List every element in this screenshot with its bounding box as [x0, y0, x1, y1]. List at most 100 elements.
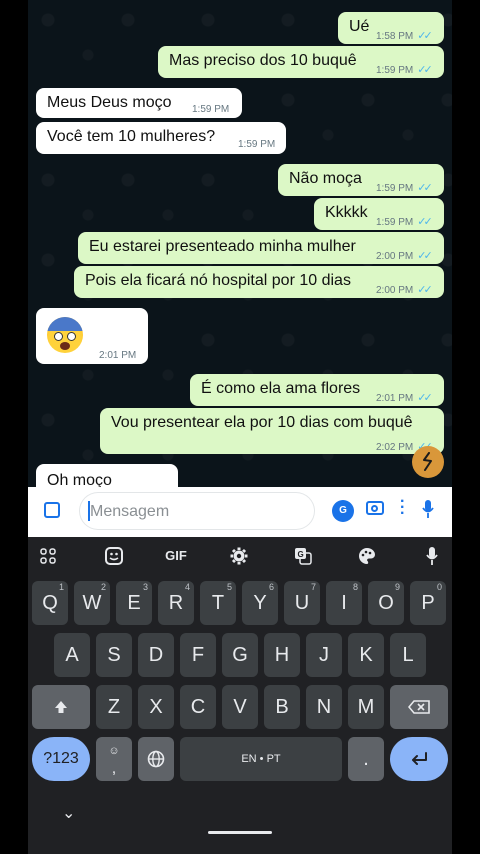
hide-keyboard-chevron-icon[interactable]: ⌄: [62, 803, 75, 823]
phone-screen: Ué 1:58 PM ✓✓ Mas preciso dos 10 buquê 1:…: [28, 0, 452, 854]
message-time: 1:58 PM ✓✓: [376, 30, 433, 42]
message-bubble[interactable]: 2:01 PM: [36, 308, 148, 364]
key-a[interactable]: A: [54, 633, 90, 677]
space-bar[interactable]: EN • PT: [180, 737, 342, 781]
key-o[interactable]: O9: [368, 581, 404, 625]
home-gesture-handle[interactable]: [208, 831, 272, 834]
key-number-hint: 3: [142, 582, 148, 592]
key-r[interactable]: R4: [158, 581, 194, 625]
backspace-key[interactable]: [390, 685, 448, 729]
enter-key[interactable]: [390, 737, 448, 781]
key-j[interactable]: J: [306, 633, 342, 677]
key-number-hint: 0: [436, 582, 442, 592]
key-w[interactable]: W2: [74, 581, 110, 625]
message-bubble[interactable]: É como ela ama flores 2:01 PM ✓✓: [190, 374, 444, 406]
message-input[interactable]: [88, 500, 302, 524]
read-ticks-icon: ✓✓: [417, 64, 433, 76]
key-label: D: [148, 644, 164, 666]
apps-grid-icon[interactable]: [36, 544, 60, 568]
key-d[interactable]: D: [138, 633, 174, 677]
keyboard: GIF G Q1W2E3R4T5Y6U7I8O9P0 ASDFGHJKL ZXC…: [28, 537, 452, 854]
key-n[interactable]: N: [306, 685, 342, 729]
key-f[interactable]: F: [180, 633, 216, 677]
message-bubble[interactable]: Ué 1:58 PM ✓✓: [338, 12, 444, 44]
message-bubble[interactable]: Mas preciso dos 10 buquê 1:59 PM ✓✓: [158, 46, 444, 78]
key-x[interactable]: X: [138, 685, 174, 729]
translate-keyboard-icon[interactable]: G: [291, 544, 315, 568]
message-text: Ué: [349, 18, 370, 35]
translate-icon[interactable]: G: [332, 500, 354, 522]
message-text: Você tem 10 mulheres?: [47, 128, 216, 145]
message-field[interactable]: [80, 493, 314, 529]
key-l[interactable]: L: [390, 633, 426, 677]
key-u[interactable]: U7: [284, 581, 320, 625]
voice-input-icon[interactable]: [420, 544, 444, 568]
key-label: T: [211, 592, 225, 614]
period-key[interactable]: .: [348, 737, 384, 781]
key-number-hint: 6: [268, 582, 274, 592]
message-bubble[interactable]: Meus Deus moço 1:59 PM: [36, 88, 242, 118]
message-time: 1:59 PM ✓✓: [376, 64, 433, 76]
key-m[interactable]: M: [348, 685, 384, 729]
shift-key[interactable]: [32, 685, 90, 729]
key-number-hint: 9: [394, 582, 400, 592]
settings-gear-icon[interactable]: [227, 544, 251, 568]
message-text: Oh moço: [47, 472, 112, 487]
key-label: F: [191, 644, 205, 666]
key-number-hint: 7: [310, 582, 316, 592]
key-label: Y: [253, 592, 267, 614]
gif-button[interactable]: GIF: [160, 544, 192, 568]
message-time: 1:59 PM ✓✓: [376, 216, 433, 228]
read-ticks-icon: ✓✓: [417, 250, 433, 262]
message-bubble[interactable]: Vou presentear ela por 10 dias com buquê…: [100, 408, 444, 454]
scroll-to-bottom-button[interactable]: [412, 446, 444, 478]
key-y[interactable]: Y6: [242, 581, 278, 625]
key-k[interactable]: K: [348, 633, 384, 677]
message-time: 2:00 PM ✓✓: [376, 250, 433, 262]
message-bubble[interactable]: Oh moço: [36, 464, 178, 487]
chat-area[interactable]: Ué 1:58 PM ✓✓ Mas preciso dos 10 buquê 1:…: [28, 0, 452, 487]
read-ticks-icon: ✓✓: [417, 182, 433, 194]
language-globe-key[interactable]: [138, 737, 174, 781]
key-b[interactable]: B: [264, 685, 300, 729]
mic-icon[interactable]: [422, 499, 434, 519]
message-bubble[interactable]: Eu estarei presenteado minha mulher 2:00…: [78, 232, 444, 264]
emoji-comma-key[interactable]: ☺ ,: [96, 737, 132, 781]
svg-text:G: G: [298, 550, 304, 559]
key-z[interactable]: Z: [96, 685, 132, 729]
key-p[interactable]: P0: [410, 581, 446, 625]
key-q[interactable]: Q1: [32, 581, 68, 625]
key-number-hint: 1: [58, 582, 64, 592]
message-bubble[interactable]: Você tem 10 mulheres? 1:59 PM: [36, 122, 286, 154]
key-t[interactable]: T5: [200, 581, 236, 625]
theme-palette-icon[interactable]: [355, 544, 379, 568]
key-label: K: [359, 644, 373, 666]
message-bubble[interactable]: Não moça 1:59 PM ✓✓: [278, 164, 444, 196]
symbols-key[interactable]: ?123: [32, 737, 90, 781]
message-text: Eu estarei presenteado minha mulher: [89, 238, 356, 255]
key-label: C: [190, 696, 206, 718]
message-bubble[interactable]: Pois ela ficará nó hospital por 10 dias …: [74, 266, 444, 298]
key-label: V: [233, 696, 247, 718]
sticker-keyboard-icon[interactable]: [102, 544, 126, 568]
key-c[interactable]: C: [180, 685, 216, 729]
key-number-hint: 4: [184, 582, 190, 592]
key-g[interactable]: G: [222, 633, 258, 677]
message-bubble[interactable]: Kkkkk 1:59 PM ✓✓: [314, 198, 444, 230]
sticker-icon[interactable]: [44, 502, 60, 518]
key-h[interactable]: H: [264, 633, 300, 677]
message-time: 2:01 PM: [99, 350, 137, 361]
read-ticks-icon: ✓✓: [417, 216, 433, 228]
comma-label: ,: [111, 760, 117, 777]
fearful-face-icon: [47, 317, 83, 353]
key-i[interactable]: I8: [326, 581, 362, 625]
key-number-hint: 8: [352, 582, 358, 592]
key-v[interactable]: V: [222, 685, 258, 729]
key-e[interactable]: E3: [116, 581, 152, 625]
camera-icon[interactable]: [366, 501, 384, 515]
message-time: 1:59 PM: [192, 104, 230, 115]
key-label: O: [378, 592, 394, 614]
more-options-icon[interactable]: · · ·: [400, 494, 405, 522]
key-s[interactable]: S: [96, 633, 132, 677]
key-label: X: [149, 696, 163, 718]
